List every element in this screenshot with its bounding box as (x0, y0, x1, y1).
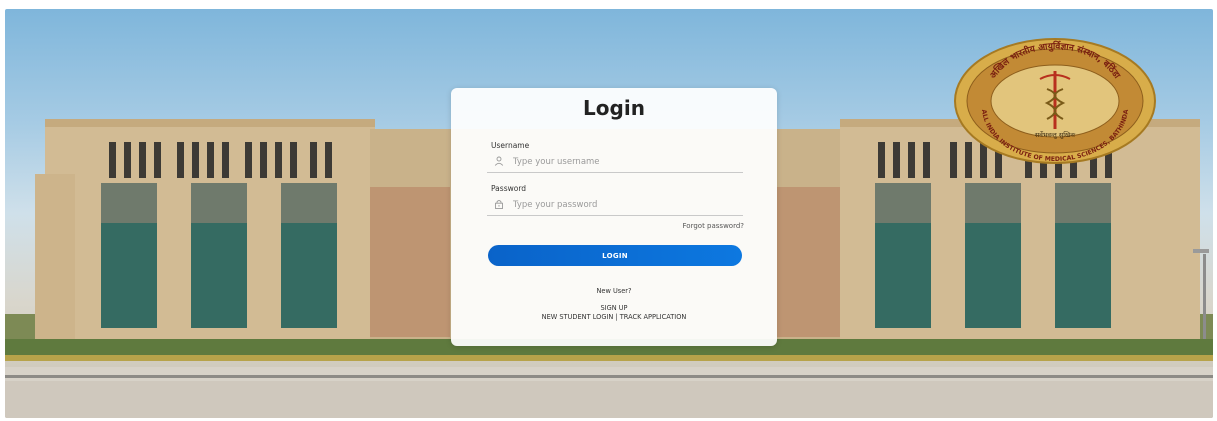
track-application-link[interactable]: TRACK APPLICATION (620, 313, 687, 321)
username-input[interactable] (513, 154, 733, 169)
new-student-login-link[interactable]: NEW STUDENT LOGIN (542, 313, 614, 321)
login-card: Login Username Password Forgot password?… (451, 88, 777, 346)
emblem-motto: सर्वेभवन्तु सुखिनः (1035, 131, 1076, 139)
password-input[interactable] (513, 197, 733, 212)
new-user-text: New User? (596, 287, 632, 295)
paved-ground (5, 381, 1213, 418)
student-links-row: NEW STUDENT LOGIN | TRACK APPLICATION (451, 313, 777, 321)
forgot-password-link[interactable]: Forgot password? (683, 222, 744, 230)
username-label: Username (491, 141, 530, 150)
login-title: Login (583, 96, 645, 120)
lamp-post (1203, 254, 1206, 344)
right-wing-glass-panels (875, 183, 1111, 328)
aiims-emblem: अखिल भारतीय आयुर्विज्ञान संस्थान, बठिंडा… (954, 38, 1156, 164)
user-icon (494, 156, 504, 166)
left-wing-glass-panels (101, 183, 337, 328)
password-label: Password (491, 184, 527, 193)
curb (5, 367, 1213, 381)
sign-up-row: SIGN UP (451, 304, 777, 312)
link-separator: | (615, 313, 618, 321)
login-button[interactable]: LOGIN (488, 245, 742, 266)
sign-up-link[interactable]: SIGN UP (600, 304, 627, 312)
username-field (487, 152, 743, 173)
lock-icon (495, 200, 503, 209)
login-page-background: अखिल भारतीय आयुर्विज्ञान संस्थान, बठिंडा… (5, 9, 1213, 418)
password-field (487, 195, 743, 216)
